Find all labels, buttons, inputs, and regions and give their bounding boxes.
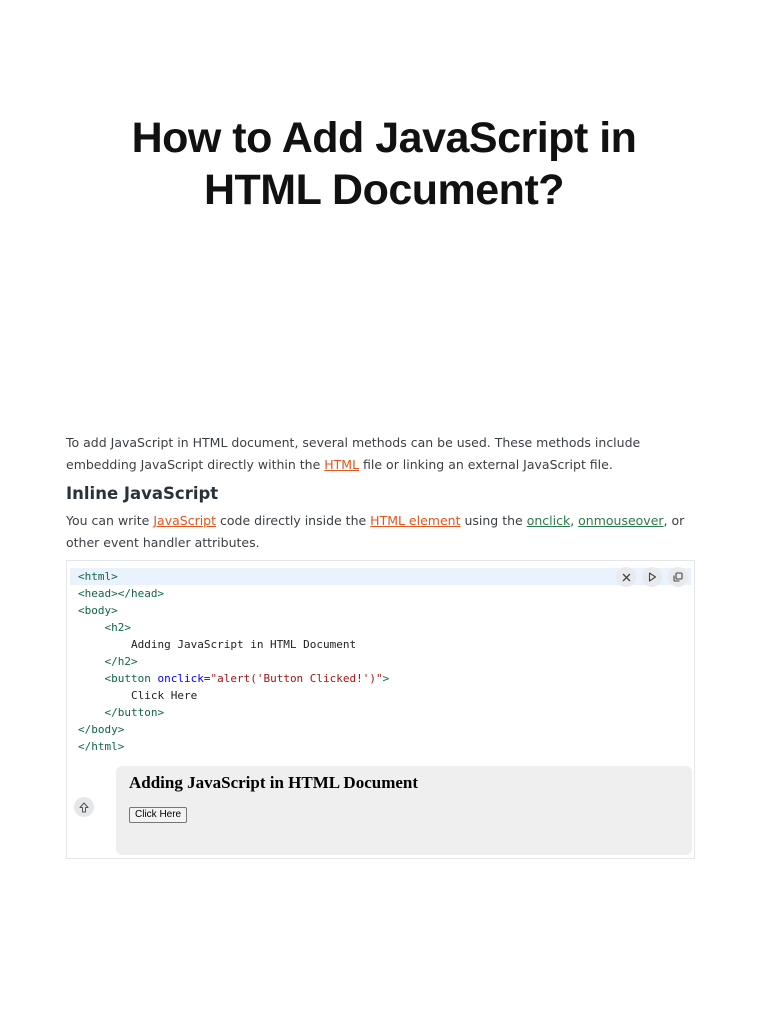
- close-icon: [622, 573, 631, 582]
- section-text-2: code directly inside the: [216, 513, 371, 528]
- code-actions: [616, 567, 688, 587]
- section-heading: Inline JavaScript: [66, 484, 219, 503]
- onmouseover-link[interactable]: onmouseover: [578, 513, 663, 528]
- code-tag: </body>: [78, 723, 125, 736]
- code-line: Adding JavaScript in HTML Document: [78, 636, 389, 653]
- intro-paragraph: To add JavaScript in HTML document, seve…: [66, 432, 702, 476]
- javascript-link[interactable]: JavaScript: [153, 513, 216, 528]
- section-text-1: You can write: [66, 513, 154, 528]
- code-line: <h2>: [78, 619, 389, 636]
- output-preview: Adding JavaScript in HTML Document Click…: [116, 766, 692, 855]
- code-line: </button>: [78, 704, 389, 721]
- page-title-line-1: How to Add JavaScript in: [131, 114, 637, 162]
- play-icon: [648, 572, 657, 582]
- code-line: <button onclick="alert('Button Clicked!'…: [78, 670, 390, 687]
- code-tag: <body>: [78, 604, 118, 617]
- code-tag: >: [382, 672, 390, 685]
- copy-icon: [673, 572, 683, 582]
- html-element-link[interactable]: HTML element: [370, 513, 460, 528]
- copy-button[interactable]: [668, 567, 688, 587]
- click-here-button[interactable]: Click Here: [129, 807, 188, 823]
- section-text-3: using the: [460, 513, 527, 528]
- code-line: <body>: [78, 602, 389, 619]
- code-tag: <h2>: [104, 621, 132, 634]
- arrow-up-icon: [79, 798, 89, 817]
- page-title-line-2: HTML Document?: [203, 166, 565, 214]
- html-link[interactable]: HTML: [324, 457, 359, 472]
- close-button[interactable]: [616, 567, 636, 587]
- code-tag: </button>: [104, 706, 165, 719]
- code-tag: </html>: [78, 740, 125, 753]
- output-heading: Adding JavaScript in HTML Document: [129, 773, 419, 792]
- code-text: Click Here: [130, 689, 198, 702]
- code-text: Adding JavaScript in HTML Document: [130, 638, 357, 651]
- code-string: "alert('Button Clicked!')": [210, 672, 383, 685]
- code-line: <html>: [78, 568, 389, 585]
- code-panel: <html> <head></head> <body> <h2> Adding Ja…: [66, 560, 695, 859]
- code-line: </body>: [78, 721, 389, 738]
- code-line: </h2>: [78, 653, 389, 670]
- run-button[interactable]: [642, 567, 662, 587]
- code-tag: <html>: [78, 570, 118, 583]
- onclick-link[interactable]: onclick: [527, 513, 571, 528]
- code-attribute: onclick: [157, 672, 204, 685]
- section-text-4: ,: [570, 513, 579, 528]
- code-tag: </h2>: [104, 655, 138, 668]
- page-title: How to Add JavaScript in HTML Document?: [0, 112, 768, 216]
- intro-text-2: file or linking an external JavaScript f…: [359, 457, 613, 472]
- code-tag: <button: [104, 672, 158, 685]
- code-line: <head></head>: [78, 585, 389, 602]
- code-line: </html>: [78, 738, 389, 755]
- code-tag: <head></head>: [78, 587, 165, 600]
- code-editor[interactable]: <html> <head></head> <body> <h2> Adding Ja…: [78, 568, 389, 755]
- section-paragraph: You can write JavaScript code directly i…: [66, 510, 706, 554]
- code-line: Click Here: [78, 687, 389, 704]
- scroll-to-top-button[interactable]: [74, 797, 94, 817]
